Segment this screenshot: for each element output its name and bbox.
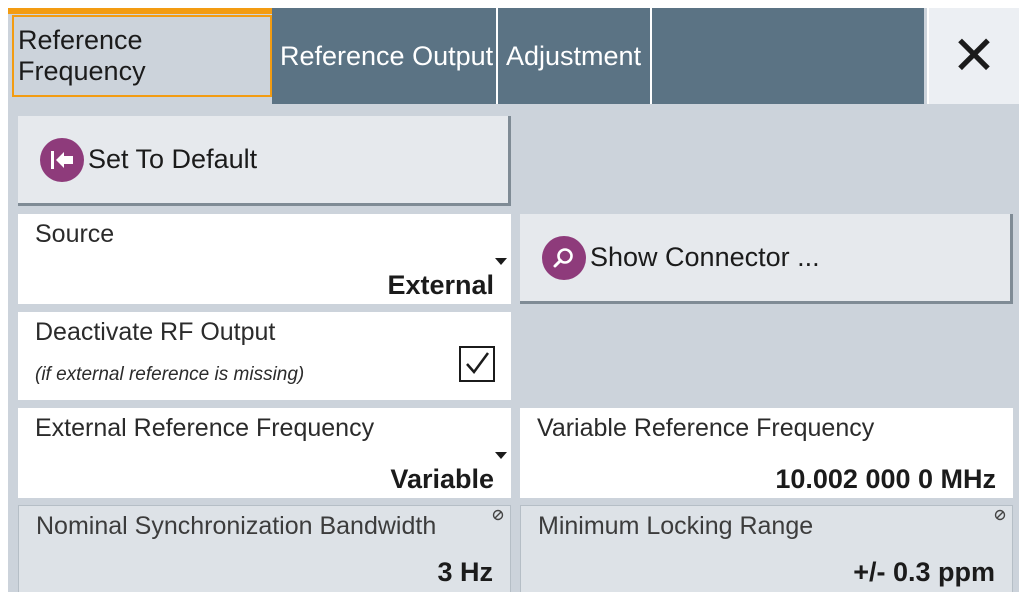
min-locking-range-value: +/- 0.3 ppm	[853, 557, 995, 587]
tab-bar: Reference Frequency Reference Output Adj…	[8, 8, 1019, 104]
set-to-default-button[interactable]: Set To Default	[18, 116, 511, 206]
nominal-sync-bw-value: 3 Hz	[437, 557, 493, 587]
chevron-down-icon	[495, 452, 507, 459]
close-button[interactable]: ✕	[927, 8, 1019, 104]
variable-reference-frequency-field[interactable]: Variable Reference Frequency 10.002 000 …	[520, 408, 1013, 498]
deactivate-rf-sublabel: (if external reference is missing)	[35, 364, 305, 385]
ext-ref-freq-label: External Reference Frequency	[35, 414, 375, 442]
tab-label: Reference Output	[280, 40, 494, 71]
minimum-locking-range-field: Minimum Locking Range +/- 0.3 ppm	[520, 505, 1013, 592]
source-value: External	[387, 270, 494, 300]
min-locking-range-label: Minimum Locking Range	[538, 512, 814, 540]
source-dropdown[interactable]: Source External	[18, 214, 511, 304]
chevron-down-icon	[495, 258, 507, 265]
close-icon: ✕	[951, 26, 997, 86]
reference-frequency-dialog: Reference Frequency Reference Output Adj…	[8, 8, 1019, 592]
deactivate-rf-output-field: Deactivate RF Output (if external refere…	[18, 312, 511, 400]
tab-bar-filler	[652, 8, 924, 104]
deactivate-rf-label: Deactivate RF Output	[35, 318, 276, 346]
deactivate-rf-checkbox[interactable]	[459, 346, 495, 382]
checkmark-icon	[466, 352, 490, 374]
set-default-icon	[40, 137, 84, 182]
var-ref-freq-label: Variable Reference Frequency	[537, 414, 875, 442]
nominal-sync-bw-label: Nominal Synchronization Bandwidth	[36, 512, 437, 540]
var-ref-freq-value: 10.002 000 0 MHz	[775, 464, 996, 494]
ext-ref-freq-value: Variable	[390, 464, 494, 494]
tab-reference-frequency[interactable]: Reference Frequency	[8, 8, 272, 104]
tab-reference-output[interactable]: Reference Output	[272, 8, 498, 104]
tab-label: Adjustment	[506, 40, 642, 71]
search-icon	[542, 235, 586, 280]
external-reference-frequency-dropdown[interactable]: External Reference Frequency Variable	[18, 408, 511, 498]
show-connector-button[interactable]: Show Connector ...	[520, 214, 1013, 304]
read-only-icon	[994, 509, 1006, 521]
read-only-icon	[492, 509, 504, 521]
tab-label: Reference Frequency	[12, 15, 272, 97]
nominal-sync-bandwidth-field: Nominal Synchronization Bandwidth 3 Hz	[18, 505, 511, 592]
tab-adjustment[interactable]: Adjustment	[498, 8, 652, 104]
set-to-default-label: Set To Default	[88, 144, 258, 174]
source-label: Source	[35, 220, 115, 248]
show-connector-label: Show Connector ...	[590, 242, 820, 272]
